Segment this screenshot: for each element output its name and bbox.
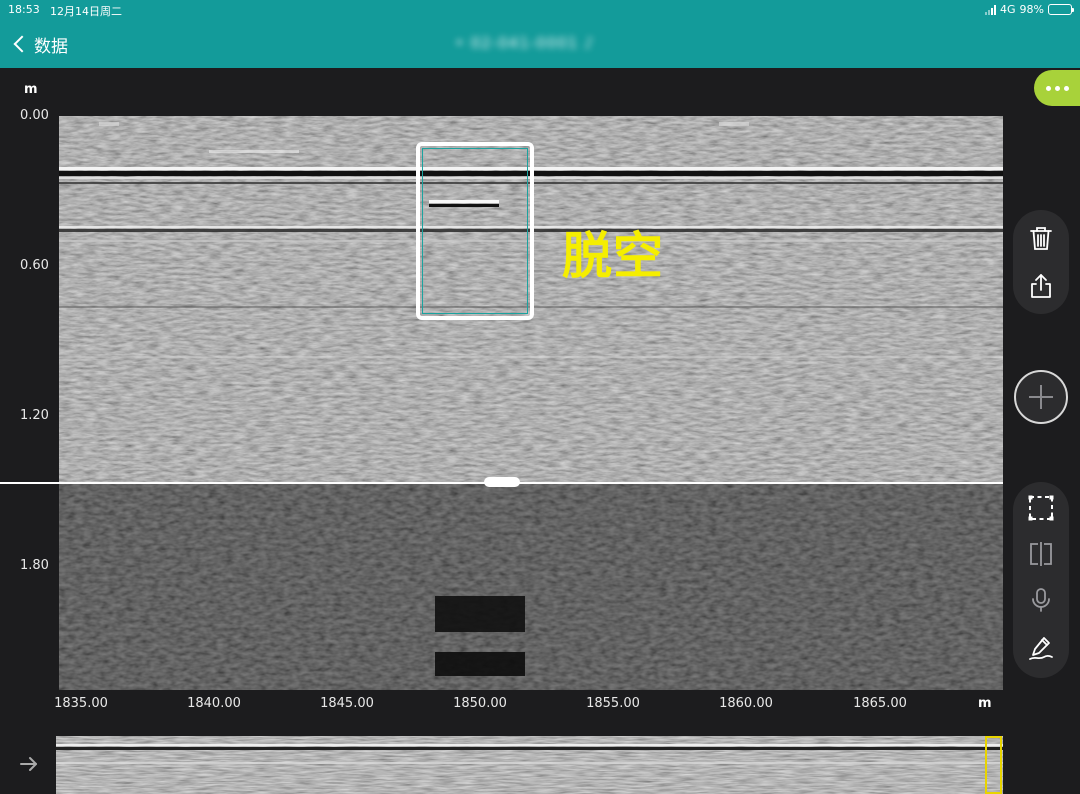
x-tick-label: 1860.00 bbox=[719, 696, 773, 711]
split-view-button[interactable] bbox=[1027, 540, 1055, 568]
x-tick-label: 1850.00 bbox=[453, 696, 507, 711]
y-tick-label: 1.80 bbox=[20, 558, 49, 573]
back-label: 数据 bbox=[34, 36, 68, 57]
x-tick-label: 1835.00 bbox=[54, 696, 108, 711]
back-button[interactable]: 数据 bbox=[10, 30, 68, 58]
status-indicators: 4G 98% bbox=[985, 3, 1074, 16]
overview-window[interactable] bbox=[985, 736, 1002, 794]
select-region-icon bbox=[1028, 495, 1054, 521]
arrow-right-icon bbox=[20, 757, 37, 771]
x-axis-unit: m bbox=[978, 696, 992, 711]
trash-button[interactable] bbox=[1027, 224, 1055, 252]
toolbar-bottom-group bbox=[1013, 482, 1069, 678]
annotation-box[interactable] bbox=[416, 142, 534, 320]
file-title[interactable]: • 02-041-0001 ♪ bbox=[455, 34, 595, 52]
x-tick-label: 1840.00 bbox=[187, 696, 241, 711]
select-region-button[interactable] bbox=[1027, 494, 1055, 522]
pen-button[interactable] bbox=[1027, 634, 1055, 662]
chevron-left-icon bbox=[13, 35, 31, 53]
x-tick-label: 1865.00 bbox=[853, 696, 907, 711]
battery-icon bbox=[1048, 4, 1074, 15]
more-dots-icon bbox=[1046, 85, 1051, 91]
signal-icon bbox=[985, 4, 997, 15]
y-axis-unit: m bbox=[24, 82, 38, 97]
annotation-label[interactable]: 脱空 bbox=[562, 216, 664, 288]
microphone-button[interactable] bbox=[1027, 586, 1055, 614]
microphone-icon bbox=[1032, 588, 1050, 612]
y-tick-label: 0.00 bbox=[20, 108, 49, 123]
status-time: 18:53 bbox=[8, 3, 40, 16]
status-date: 12月14日周二 bbox=[50, 5, 122, 18]
add-button[interactable] bbox=[1014, 370, 1068, 424]
overview-strip[interactable] bbox=[56, 736, 1003, 794]
split-drag-handle[interactable] bbox=[484, 477, 520, 487]
y-tick-label: 0.60 bbox=[20, 258, 49, 273]
y-tick-label: 1.20 bbox=[20, 408, 49, 423]
toolbar-top-group bbox=[1013, 210, 1069, 314]
status-bar: 18:53 12月14日周二 4G 98% bbox=[0, 0, 1080, 20]
share-icon bbox=[1031, 274, 1051, 298]
share-button[interactable] bbox=[1027, 272, 1055, 300]
nav-header: 数据 • 02-041-0001 ♪ bbox=[0, 20, 1080, 68]
more-button[interactable] bbox=[1034, 70, 1080, 106]
radargram-lower-noise bbox=[59, 482, 1003, 690]
pen-icon bbox=[1029, 637, 1053, 660]
trash-icon bbox=[1030, 227, 1052, 250]
split-view-icon bbox=[1030, 542, 1052, 566]
network-type: 4G bbox=[1000, 3, 1016, 16]
x-tick-label: 1855.00 bbox=[586, 696, 640, 711]
battery-percent: 98% bbox=[1019, 3, 1044, 16]
x-tick-label: 1845.00 bbox=[320, 696, 374, 711]
